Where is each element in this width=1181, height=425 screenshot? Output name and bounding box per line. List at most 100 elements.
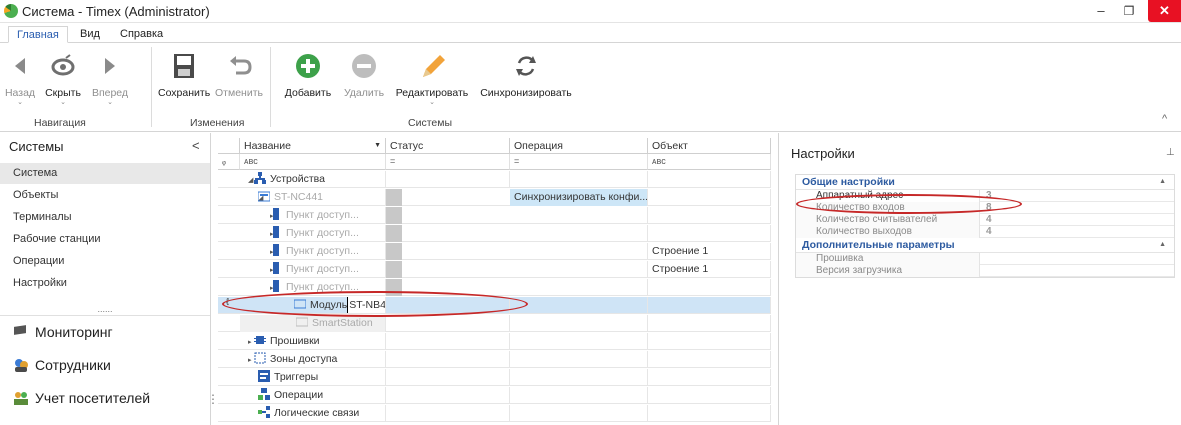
collapse-ribbon-button[interactable]: ^ xyxy=(1162,113,1167,125)
add-icon xyxy=(291,49,325,83)
table-row[interactable]: ▸ Пункт доступ... Строение 1 xyxy=(218,261,771,278)
save-button[interactable]: Сохранить xyxy=(158,49,210,99)
property-row[interactable]: Количество считывателей 4 xyxy=(796,214,1174,226)
visitors-icon xyxy=(13,388,29,405)
filter-object[interactable]: ᴀʙc xyxy=(648,154,771,170)
tab-help[interactable]: Справка xyxy=(112,26,171,43)
annotation-oval xyxy=(796,194,1022,214)
nav-item-terminals[interactable]: Терминалы xyxy=(0,207,210,228)
edit-button[interactable]: Редактировать ⌄ xyxy=(394,49,470,107)
expand-icon[interactable]: ▸ xyxy=(244,335,254,350)
sort-down-icon: ▼ xyxy=(374,142,381,149)
property-row[interactable]: Прошивка xyxy=(796,253,1174,265)
collapse-icon[interactable]: ▲ xyxy=(1159,175,1166,189)
nav-item-objects[interactable]: Объекты xyxy=(0,185,210,206)
nav-item-system[interactable]: Система xyxy=(0,163,210,184)
column-header-name[interactable]: Название ▼ xyxy=(240,138,386,154)
column-header-object[interactable]: Объект xyxy=(648,138,771,154)
forward-arrow-icon xyxy=(93,49,127,83)
panel-splitter[interactable]: ...... xyxy=(0,305,210,316)
hide-button[interactable]: Скрыть ⌄ xyxy=(40,49,86,107)
table-row[interactable]: ▸ Пункт доступ... xyxy=(218,225,771,242)
minimize-button[interactable]: – xyxy=(1086,0,1116,22)
back-button[interactable]: Назад ⌄ xyxy=(2,49,38,107)
expand-icon[interactable]: ▸ xyxy=(244,227,274,242)
undo-icon xyxy=(222,49,256,83)
property-row[interactable]: Количество выходов 4 xyxy=(796,226,1174,238)
sync-button[interactable]: Синхронизировать xyxy=(478,49,574,99)
eye-icon xyxy=(46,49,80,83)
table-row[interactable]: ◢ Устройства xyxy=(218,171,771,188)
door-icon xyxy=(270,262,282,274)
expand-icon[interactable]: ▸ xyxy=(244,245,274,260)
pin-icon[interactable]: ⊥ xyxy=(1166,147,1175,158)
logic-links-icon xyxy=(258,406,270,418)
tab-view[interactable]: Вид xyxy=(72,26,108,43)
door-icon xyxy=(270,280,282,292)
left-navigation-panel: Системы < Система Объекты Терминалы Рабо… xyxy=(0,133,219,425)
filter-icon[interactable]: ᵩ xyxy=(218,154,240,170)
column-header-status[interactable]: Статус xyxy=(386,138,510,154)
trigger-icon xyxy=(258,370,270,382)
systems-tree-grid: Название ▼ Статус Операция Объект ᵩ ᴀʙc … xyxy=(218,133,771,425)
monitor-icon xyxy=(13,322,29,336)
firmware-icon xyxy=(254,334,266,346)
collapse-icon[interactable]: ▲ xyxy=(1159,238,1166,252)
title-bar: Система - Timex (Administrator) – ❐ ✕ xyxy=(0,0,1181,23)
nav-item-operations[interactable]: Операции xyxy=(0,251,210,272)
maximize-button[interactable]: ❐ xyxy=(1114,0,1144,22)
door-icon xyxy=(270,244,282,256)
expand-icon[interactable]: ▸ xyxy=(244,353,254,368)
category-additional[interactable]: Дополнительные параметры ▲ xyxy=(796,238,1174,253)
collapse-icon[interactable]: ◢ xyxy=(244,191,263,206)
settings-panel: Настройки ⊥ Общие настройки ▲ Аппаратный… xyxy=(778,133,1181,425)
employees-icon xyxy=(13,355,29,372)
filter-name[interactable]: ᴀʙc xyxy=(240,154,386,170)
table-row[interactable]: ▸ Пункт доступ... xyxy=(218,207,771,224)
nav-monitoring[interactable]: Мониторинг xyxy=(13,320,113,344)
remove-button[interactable]: Удалить xyxy=(339,49,389,99)
column-header-operation[interactable]: Операция xyxy=(510,138,648,154)
collapse-icon[interactable]: ◢ xyxy=(244,173,254,188)
filter-status[interactable]: = xyxy=(386,154,510,170)
remove-icon xyxy=(347,49,381,83)
station-icon xyxy=(295,316,309,328)
table-row[interactable]: ▸ Зоны доступа xyxy=(218,351,771,368)
pencil-icon xyxy=(415,49,449,83)
table-row[interactable]: Операции xyxy=(218,387,771,404)
back-arrow-icon xyxy=(3,49,37,83)
ribbon: Назад ⌄ Скрыть ⌄ Вперед ⌄ Навигация Сохр… xyxy=(0,43,1181,132)
property-grid: Общие настройки ▲ Аппаратный адрес 3 Кол… xyxy=(795,174,1175,278)
undo-button[interactable]: Отменить xyxy=(214,49,264,99)
door-icon xyxy=(270,226,282,238)
app-logo-icon xyxy=(4,4,18,18)
collapse-panel-button[interactable]: < xyxy=(192,138,200,153)
table-row[interactable]: ▸ Пункт доступ... Строение 1 xyxy=(218,243,771,260)
access-zone-icon xyxy=(254,352,266,364)
add-button[interactable]: Добавить xyxy=(282,49,334,99)
group-label-navigation: Навигация xyxy=(34,117,86,129)
table-row[interactable]: ▸ Прошивки xyxy=(218,333,771,350)
nav-item-workstations[interactable]: Рабочие станции xyxy=(0,229,210,250)
nav-employees[interactable]: Сотрудники xyxy=(13,353,111,377)
settings-title: Настройки xyxy=(791,146,855,161)
expand-icon[interactable]: ▸ xyxy=(244,209,274,224)
filter-operation[interactable]: = xyxy=(510,154,648,170)
nav-visitors[interactable]: Учет посетителей xyxy=(13,386,150,410)
property-row[interactable]: Версия загрузчика xyxy=(796,265,1174,277)
table-row[interactable]: ◢ ST-NC441 Синхронизировать конфи... xyxy=(218,189,771,206)
annotation-oval xyxy=(222,291,528,317)
nav-item-settings[interactable]: Настройки xyxy=(0,273,210,294)
save-icon xyxy=(167,49,201,83)
expand-icon[interactable]: ▸ xyxy=(244,263,274,278)
forward-button[interactable]: Вперед ⌄ xyxy=(88,49,132,107)
table-row[interactable]: Триггеры xyxy=(218,369,771,386)
tab-home[interactable]: Главная xyxy=(8,26,68,43)
table-row[interactable]: Логические связи xyxy=(218,405,771,422)
group-label-changes: Изменения xyxy=(190,117,245,129)
close-button[interactable]: ✕ xyxy=(1148,0,1181,22)
expand-icon[interactable]: ▸ xyxy=(244,281,274,296)
sync-icon xyxy=(509,49,543,83)
category-general[interactable]: Общие настройки ▲ xyxy=(796,175,1174,190)
table-row[interactable]: SmartStation xyxy=(218,315,771,332)
